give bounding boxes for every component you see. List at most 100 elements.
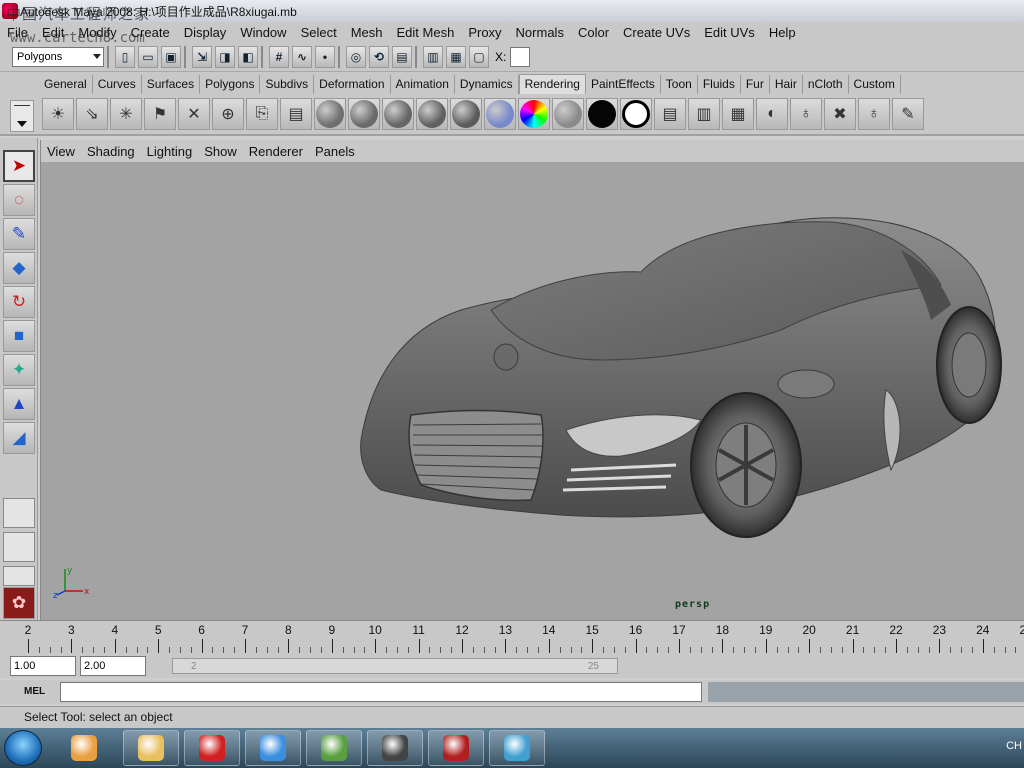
explorer-icon[interactable] (123, 730, 179, 766)
menu-help[interactable]: Help (762, 25, 803, 40)
tab-animation[interactable]: Animation (391, 75, 455, 94)
car-model[interactable] (341, 210, 1024, 550)
start-button[interactable] (4, 730, 42, 766)
tab-rendering[interactable]: Rendering (518, 74, 586, 94)
shader-ball-8-icon[interactable] (552, 98, 584, 130)
ambient-light-icon[interactable]: ☀ (42, 98, 74, 130)
snap-view-icon[interactable]: ◎ (346, 45, 366, 68)
menu-normals[interactable]: Normals (509, 25, 571, 40)
viewport-menu-lighting[interactable]: Lighting (141, 144, 199, 159)
tab-fur[interactable]: Fur (741, 75, 770, 94)
shader-ball-1-icon[interactable] (314, 98, 346, 130)
snap-point-icon[interactable]: • (315, 45, 335, 68)
tab-custom[interactable]: Custom (849, 75, 901, 94)
snap-grid-icon[interactable]: # (269, 45, 289, 68)
tab-polygons[interactable]: Polygons (200, 75, 261, 94)
shader-ball-2-icon[interactable] (348, 98, 380, 130)
shader-ball-7-icon[interactable] (518, 98, 550, 130)
transform-x-field[interactable] (510, 46, 531, 67)
tab-subdivs[interactable]: Subdivs (260, 75, 315, 94)
input-field-icon[interactable]: ▢ (469, 45, 489, 68)
directional-light-icon[interactable]: ⇘ (76, 98, 108, 130)
viewport-menu-view[interactable]: View (41, 144, 81, 159)
viewport-menu-shading[interactable]: Shading (81, 144, 141, 159)
render-frame-icon[interactable]: ▤ (392, 45, 412, 68)
snap-curve-icon[interactable]: ∿ (292, 45, 312, 68)
render-view-icon[interactable]: ◐ (756, 98, 788, 130)
viewport-menu-renderer[interactable]: Renderer (243, 144, 309, 159)
single-perspective-view-icon[interactable] (3, 498, 35, 528)
app-folder-icon[interactable] (306, 730, 362, 766)
shader-ball-4-icon[interactable] (416, 98, 448, 130)
universal-manipulator-icon[interactable]: ✦ (3, 354, 35, 386)
feather-icon[interactable] (489, 730, 545, 766)
paint-brush-icon[interactable]: ✎ (892, 98, 924, 130)
tab-deformation[interactable]: Deformation (314, 75, 391, 94)
soft-modification-icon[interactable]: ▲ (3, 388, 35, 420)
qq-player-icon[interactable] (184, 730, 240, 766)
camera-icon[interactable]: ⎘ (246, 98, 278, 130)
menu-mesh[interactable]: Mesh (344, 25, 390, 40)
ipr-render-icon[interactable]: ▥ (423, 45, 443, 68)
tab-ncloth[interactable]: nCloth (803, 75, 849, 94)
menu-edit-mesh[interactable]: Edit Mesh (390, 25, 462, 40)
mel-input[interactable] (60, 682, 702, 702)
menu-color[interactable]: Color (571, 25, 616, 40)
point-light-icon[interactable]: ✳ (110, 98, 142, 130)
save-scene-icon[interactable]: ▣ (161, 45, 181, 68)
four-view-layout-icon[interactable] (3, 532, 35, 562)
language-indicator[interactable]: CH (1006, 740, 1022, 752)
tab-toon[interactable]: Toon (661, 75, 698, 94)
area-light-icon[interactable]: ✕ (178, 98, 210, 130)
render-settings-icon[interactable]: ▦ (722, 98, 754, 130)
history-icon[interactable]: ⟲ (369, 45, 389, 68)
make-light-links-icon[interactable]: ♁ (858, 98, 890, 130)
tab-fluids[interactable]: Fluids (698, 75, 741, 94)
tab-surfaces[interactable]: Surfaces (142, 75, 201, 94)
shader-ball-9-icon[interactable] (586, 98, 618, 130)
hypershade-icon[interactable]: ▤ (280, 98, 312, 130)
menu-window[interactable]: Window (233, 25, 293, 40)
shader-ball-10-icon[interactable] (620, 98, 652, 130)
ipr-render-icon[interactable]: ▥ (688, 98, 720, 130)
tab-hair[interactable]: Hair (770, 75, 803, 94)
menu-select[interactable]: Select (294, 25, 344, 40)
tab-dynamics[interactable]: Dynamics (455, 75, 519, 94)
menu-proxy[interactable]: Proxy (461, 25, 508, 40)
maya-icon[interactable] (428, 730, 484, 766)
menu-create-uvs[interactable]: Create UVs (616, 25, 697, 40)
volume-light-icon[interactable]: ⊕ (212, 98, 244, 130)
spot-light-icon[interactable]: ⚑ (144, 98, 176, 130)
internet-explorer-icon[interactable] (245, 730, 301, 766)
rotate-tool-icon[interactable]: ↻ (3, 286, 35, 318)
select-tool-icon[interactable]: ➤ (3, 150, 35, 182)
select-component-icon[interactable]: ◧ (238, 45, 258, 68)
tab-curves[interactable]: Curves (93, 75, 142, 94)
new-scene-icon[interactable]: ▯ (115, 45, 135, 68)
menu-create[interactable]: Create (124, 25, 177, 40)
shader-ball-3-icon[interactable] (382, 98, 414, 130)
menu-edit[interactable]: Edit (35, 25, 71, 40)
playback-start-field[interactable]: 2.00 (80, 656, 146, 676)
maya-app-icon[interactable] (2, 3, 18, 19)
range-slider-track[interactable]: 2 25 (172, 658, 618, 674)
shader-ball-6-icon[interactable] (484, 98, 516, 130)
show-manipulator-icon[interactable]: ◢ (3, 422, 35, 454)
break-light-links-icon[interactable]: ✖ (824, 98, 856, 130)
move-tool-icon[interactable]: ◆ (3, 252, 35, 284)
menu-file[interactable]: File (0, 25, 35, 40)
menu-display[interactable]: Display (177, 25, 234, 40)
lasso-tool-icon[interactable]: ◌ (3, 184, 35, 216)
viewport-panel[interactable]: View Shading Lighting Show Renderer Panels (40, 140, 1024, 620)
paint-select-tool-icon[interactable]: ✎ (3, 218, 35, 250)
render-icon[interactable]: ▤ (654, 98, 686, 130)
open-scene-icon[interactable]: ▭ (138, 45, 158, 68)
select-hierarchy-icon[interactable]: ⇲ (192, 45, 212, 68)
tab-painteffects[interactable]: PaintEffects (586, 75, 661, 94)
shelf-menu-button[interactable] (10, 100, 34, 132)
shader-ball-5-icon[interactable] (450, 98, 482, 130)
viewer-icon[interactable] (367, 730, 423, 766)
menu-modify[interactable]: Modify (71, 25, 123, 40)
render-settings-icon[interactable]: ▦ (446, 45, 466, 68)
animation-start-field[interactable]: 1.00 (10, 656, 76, 676)
